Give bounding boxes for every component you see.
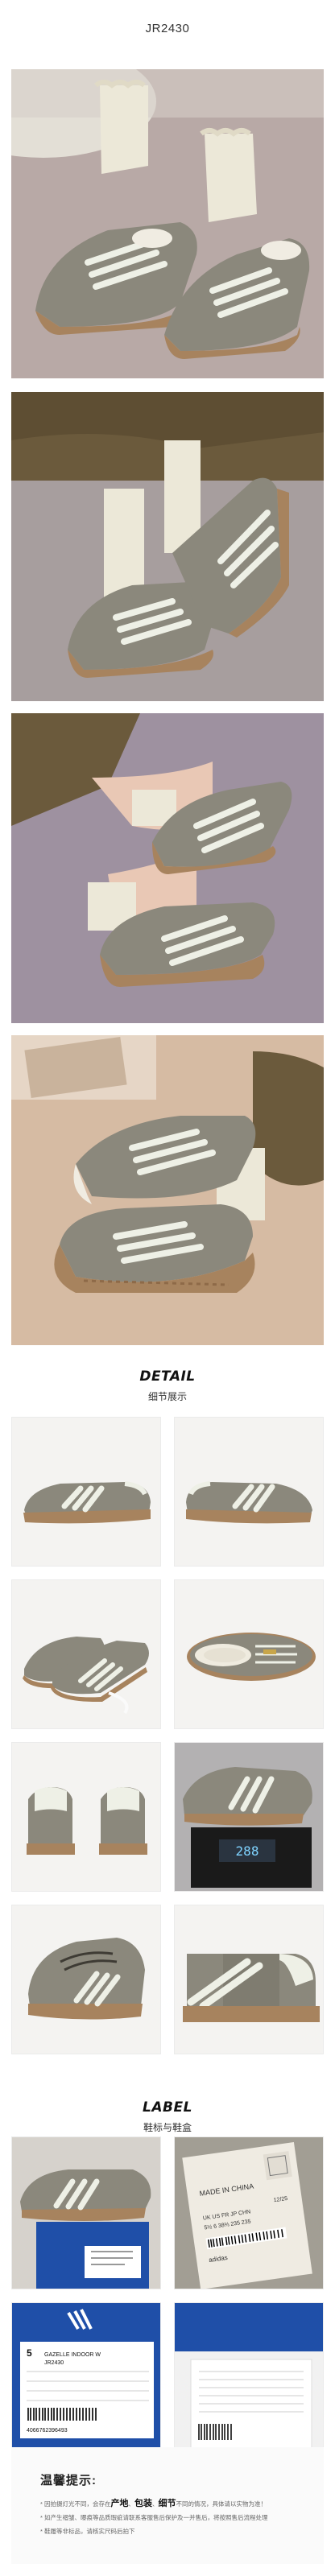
detail-photo-pair <box>11 1579 161 1729</box>
detail-section-title: DETAIL 细节展示 <box>0 1368 335 1403</box>
box-label-code: JR2430 <box>44 2360 64 2366</box>
hero-photo-3 <box>11 713 324 1023</box>
notice-line-1: * 因拍摄灯光不同，会存在产地、包装、细节不同的情况，具体请以实物为准！ <box>40 2497 306 2511</box>
detail-title-cn: 细节展示 <box>147 1391 187 1402</box>
notice-line-2: * 如产生褶皱、曝痕等品质瑕疵请联系客服售后保护及一并售后，将按照售后流程处理 <box>40 2514 268 2521</box>
label-title-en: LABEL <box>143 2099 192 2116</box>
detail-photo-heels <box>11 1742 161 1892</box>
notice-line-1-prefix: * 因拍摄灯光不同，会存在 <box>40 2500 111 2508</box>
label-photo-shoe-on-box <box>11 2136 161 2289</box>
notice-keyword-detail: 细节 <box>158 2499 176 2508</box>
hero-photo-2 <box>11 392 324 701</box>
notice-title: 温馨提示: <box>40 2474 97 2487</box>
detail-photo-scale: 288 <box>174 1742 324 1892</box>
scale-reading: 288 <box>236 1843 259 1859</box>
notice-keyword-packaging: 包装 <box>134 2499 153 2508</box>
detail-photo-heel-close <box>174 1905 324 2054</box>
detail-photo-top <box>174 1579 324 1729</box>
notice-sep-2: 、 <box>152 2500 159 2508</box>
box-label-barcode: 4066762396493 <box>27 2428 68 2434</box>
detail-photo-front-angle <box>11 1905 161 2054</box>
box-label-size: 5 <box>27 2347 32 2359</box>
notice-line-3: * 鞋履等非标品，请核实尺码后拍下 <box>40 2528 135 2535</box>
notice-panel: 温馨提示: * 因拍摄灯光不同，会存在产地、包装、细节不同的情况，具体请以实物为… <box>11 2447 324 2564</box>
page-header: JR2430 <box>0 0 335 56</box>
label-image-grid: MADE IN CHINA UK US FR JP CHN 5½ 6 38⅔ 2… <box>11 2136 324 2455</box>
label-photo-box-label <box>174 2302 324 2455</box>
box-label-model: GAZELLE INDOOR W <box>44 2352 101 2358</box>
detail-image-grid: 288 <box>11 1417 324 2054</box>
detail-title-en: DETAIL <box>139 1368 196 1385</box>
label-photo-box-side: 5 GAZELLE INDOOR W JR2430 4066762396493 <box>11 2302 161 2455</box>
notice-keyword-origin: 产地 <box>110 2499 129 2508</box>
label-photo-tongue-tag: MADE IN CHINA UK US FR JP CHN 5½ 6 38⅔ 2… <box>174 2136 324 2289</box>
notice-text: * 因拍摄灯光不同，会存在产地、包装、细节不同的情况，具体请以实物为准！ * 如… <box>40 2497 306 2538</box>
product-code: JR2430 <box>145 21 190 35</box>
label-title-cn: 鞋标与鞋盒 <box>143 2122 192 2133</box>
hero-photo-1 <box>11 69 324 378</box>
notice-sep-1: 、 <box>128 2500 135 2508</box>
hero-photo-4 <box>11 1035 324 1345</box>
notice-line-1-suffix: 不同的情况，具体请以实物为准！ <box>176 2500 267 2508</box>
detail-photo-side-right <box>174 1417 324 1567</box>
detail-photo-side-left <box>11 1417 161 1567</box>
label-section-title: LABEL 鞋标与鞋盒 <box>0 2099 335 2134</box>
